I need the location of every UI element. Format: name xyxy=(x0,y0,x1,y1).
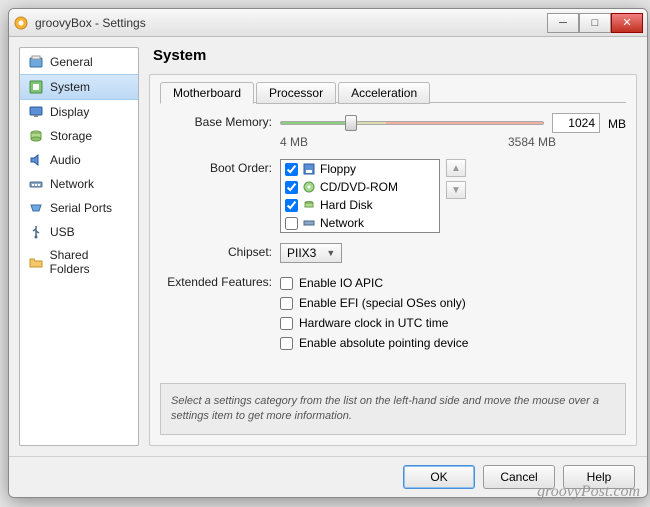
sidebar-item-label: Serial Ports xyxy=(50,201,112,215)
sidebar-item-label: Shared Folders xyxy=(50,248,130,276)
chipset-select[interactable]: PIIX3 ▼ xyxy=(280,243,342,263)
sidebar-item-label: Audio xyxy=(50,153,81,167)
ext-label: Enable absolute pointing device xyxy=(299,336,468,350)
boot-order-label: Boot Order: xyxy=(160,159,280,175)
boot-move-up-button[interactable]: ▲ xyxy=(446,159,466,177)
boot-check-floppy[interactable] xyxy=(285,163,298,176)
base-memory-label: Base Memory: xyxy=(160,113,280,129)
main-panel: System Motherboard Processor Acceleratio… xyxy=(149,47,637,446)
window-controls: ─ □ ✕ xyxy=(547,13,643,33)
ext-pointing[interactable]: Enable absolute pointing device xyxy=(280,333,626,353)
ext-label: Enable IO APIC xyxy=(299,276,383,290)
page-title: System xyxy=(149,47,637,64)
memory-unit: MB xyxy=(608,115,626,131)
ok-button[interactable]: OK xyxy=(403,465,475,489)
sidebar-item-network[interactable]: Network xyxy=(20,172,138,196)
ext-label: Hardware clock in UTC time xyxy=(299,316,448,330)
boot-check-network[interactable] xyxy=(285,217,298,230)
boot-item-label: Floppy xyxy=(320,162,356,176)
sidebar-item-storage[interactable]: Storage xyxy=(20,124,138,148)
ext-label: Enable EFI (special OSes only) xyxy=(299,296,466,310)
category-sidebar: General System Display Storage Audio Net… xyxy=(19,47,139,446)
boot-item-harddisk[interactable]: Hard Disk xyxy=(281,196,439,214)
sidebar-item-audio[interactable]: Audio xyxy=(20,148,138,172)
ext-check-ioapic[interactable] xyxy=(280,277,293,290)
serial-icon xyxy=(28,200,44,216)
sidebar-item-label: USB xyxy=(50,225,75,239)
ext-check-efi[interactable] xyxy=(280,297,293,310)
slider-thumb[interactable] xyxy=(345,115,357,131)
sidebar-item-label: Storage xyxy=(50,129,92,143)
sidebar-item-display[interactable]: Display xyxy=(20,100,138,124)
storage-icon xyxy=(28,128,44,144)
ext-io-apic[interactable]: Enable IO APIC xyxy=(280,273,626,293)
sidebar-item-label: System xyxy=(50,80,90,94)
tab-motherboard[interactable]: Motherboard xyxy=(160,82,254,104)
chevron-down-icon: ▼ xyxy=(326,248,335,258)
sidebar-item-serial[interactable]: Serial Ports xyxy=(20,196,138,220)
boot-item-floppy[interactable]: Floppy xyxy=(281,160,439,178)
tab-strip: Motherboard Processor Acceleration xyxy=(160,81,626,103)
floppy-icon xyxy=(302,162,316,176)
usb-icon xyxy=(28,224,44,240)
sidebar-item-general[interactable]: General xyxy=(20,50,138,74)
base-memory-slider[interactable] xyxy=(280,113,544,133)
disc-icon xyxy=(302,180,316,194)
watermark: groovyPost.com xyxy=(537,483,640,501)
memory-min-label: 4 MB xyxy=(280,135,308,149)
boot-item-label: CD/DVD-ROM xyxy=(320,180,398,194)
window-title: groovyBox - Settings xyxy=(35,16,547,30)
boot-item-label: Network xyxy=(320,216,364,230)
display-icon xyxy=(28,104,44,120)
chipset-label: Chipset: xyxy=(160,243,280,259)
harddisk-icon xyxy=(302,198,316,212)
ext-utc[interactable]: Hardware clock in UTC time xyxy=(280,313,626,333)
boot-move-down-button[interactable]: ▼ xyxy=(446,181,466,199)
minimize-button[interactable]: ─ xyxy=(547,13,579,33)
hint-panel: Select a settings category from the list… xyxy=(160,383,626,435)
chipset-value: PIIX3 xyxy=(287,246,316,260)
general-icon xyxy=(28,54,44,70)
app-icon xyxy=(13,15,29,31)
ext-check-pointing[interactable] xyxy=(280,337,293,350)
tab-acceleration[interactable]: Acceleration xyxy=(338,82,430,104)
sidebar-item-label: Network xyxy=(50,177,94,191)
tab-processor[interactable]: Processor xyxy=(256,82,336,104)
boot-check-cddvd[interactable] xyxy=(285,181,298,194)
boot-item-cddvd[interactable]: CD/DVD-ROM xyxy=(281,178,439,196)
sidebar-item-shared[interactable]: Shared Folders xyxy=(20,244,138,280)
ext-check-utc[interactable] xyxy=(280,317,293,330)
audio-icon xyxy=(28,152,44,168)
sidebar-item-label: Display xyxy=(50,105,89,119)
extended-label: Extended Features: xyxy=(160,273,280,289)
system-icon xyxy=(28,79,44,95)
boot-order-list[interactable]: Floppy CD/DVD-ROM Hard Disk xyxy=(280,159,440,233)
settings-window: groovyBox - Settings ─ □ ✕ General Syste… xyxy=(8,8,648,498)
titlebar[interactable]: groovyBox - Settings ─ □ ✕ xyxy=(9,9,647,37)
boot-item-label: Hard Disk xyxy=(320,198,373,212)
network-icon xyxy=(28,176,44,192)
boot-item-network[interactable]: Network xyxy=(281,214,439,232)
maximize-button[interactable]: □ xyxy=(579,13,611,33)
settings-panel: Motherboard Processor Acceleration Base … xyxy=(149,74,637,446)
close-button[interactable]: ✕ xyxy=(611,13,643,33)
folder-icon xyxy=(28,254,44,270)
memory-max-label: 3584 MB xyxy=(508,135,556,149)
network-boot-icon xyxy=(302,216,316,230)
ext-efi[interactable]: Enable EFI (special OSes only) xyxy=(280,293,626,313)
boot-check-harddisk[interactable] xyxy=(285,199,298,212)
sidebar-item-usb[interactable]: USB xyxy=(20,220,138,244)
base-memory-input[interactable]: 1024 xyxy=(552,113,600,133)
sidebar-item-label: General xyxy=(50,55,93,69)
sidebar-item-system[interactable]: System xyxy=(20,74,138,100)
